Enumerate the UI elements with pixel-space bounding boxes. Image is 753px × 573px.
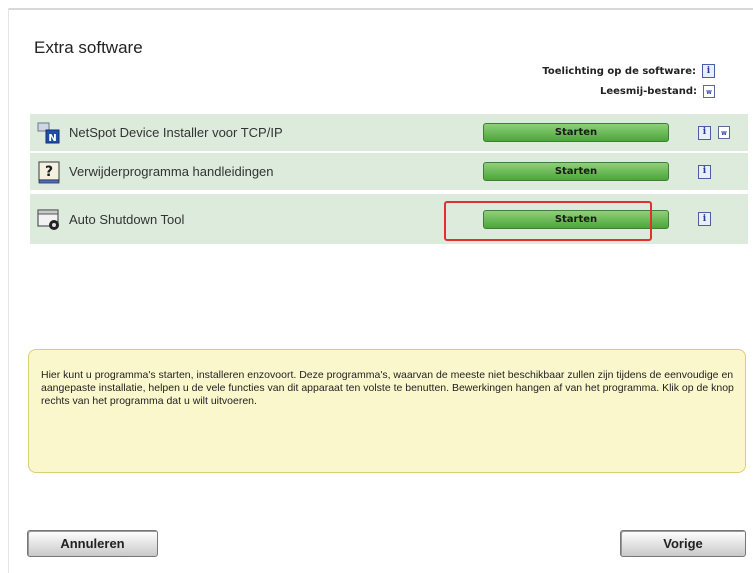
legend-readme-label: Leesmij-bestand: — [599, 86, 697, 97]
legend-explanation-label: Toelichting op de software: — [542, 65, 696, 77]
frame-top-border — [8, 8, 753, 10]
svg-text:?: ? — [45, 164, 53, 180]
info-icon: i — [702, 64, 715, 78]
program-name: Auto Shutdown Tool — [69, 211, 185, 227]
program-name: Verwijderprogramma handleidingen — [69, 164, 274, 179]
netspot-app-icon: N — [37, 122, 60, 144]
start-button-uninstall[interactable]: Starten — [483, 162, 669, 181]
back-button[interactable]: Vorige — [620, 530, 746, 557]
help-text: Hier kunt u programma's starten, install… — [41, 369, 734, 407]
shutdown-window-icon — [37, 209, 59, 230]
legend-readme: Leesmij-bestand: W — [600, 85, 715, 98]
program-row: N NetSpot Device Installer voor TCP/IP S… — [30, 114, 748, 151]
info-icon[interactable]: i — [698, 212, 711, 226]
program-row: ? Verwijderprogramma handleidingen Start… — [30, 153, 748, 190]
legend-explanation: Toelichting op de software: i — [542, 64, 715, 78]
info-icon[interactable]: i — [698, 125, 711, 140]
program-name: NetSpot Device Installer voor TCP/IP — [69, 125, 283, 140]
svg-text:N: N — [48, 133, 56, 144]
readme-doc-icon: W — [703, 85, 715, 98]
highlight-box — [444, 201, 652, 241]
cancel-button[interactable]: Annuleren — [27, 530, 158, 557]
start-button-netspot[interactable]: Starten — [483, 123, 669, 142]
help-text-box: Hier kunt u programma's starten, install… — [28, 349, 746, 473]
readme-doc-icon[interactable]: W — [718, 126, 730, 139]
help-book-icon: ? — [38, 160, 60, 183]
info-icon[interactable]: i — [698, 164, 711, 179]
frame-left-border — [8, 8, 9, 573]
page-title: Extra software — [34, 38, 143, 57]
